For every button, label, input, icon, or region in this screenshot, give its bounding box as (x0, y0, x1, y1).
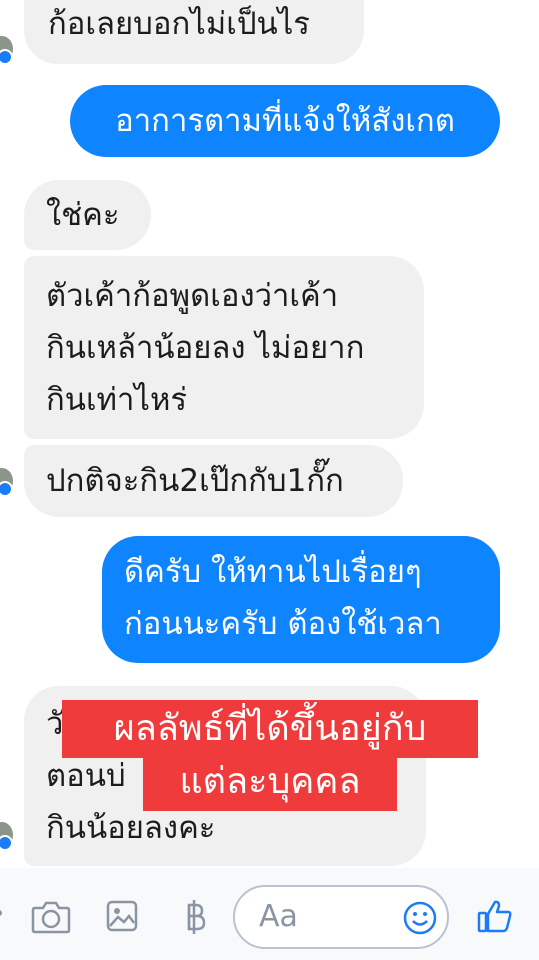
sender-avatar[interactable] (0, 468, 13, 497)
messenger-badge-icon (0, 49, 13, 65)
baht-icon[interactable] (182, 898, 206, 936)
overlay-caption-line1: ผลลัพธ์ที่ได้ขึ้นอยู่กับ (62, 700, 478, 758)
message-bubble-outgoing[interactable]: ดีครับ ให้ทานไปเรื่อยๆ ก่อนนะครับ ต้องใช… (102, 536, 500, 663)
smiley-icon[interactable] (403, 901, 437, 935)
messenger-badge-icon (0, 835, 13, 851)
camera-icon[interactable] (31, 900, 71, 934)
image-icon[interactable] (106, 900, 138, 932)
message-input[interactable]: Aa (233, 885, 449, 949)
message-input-placeholder: Aa (259, 899, 298, 934)
message-bubble-incoming[interactable]: ใช่คะ (24, 180, 151, 250)
sender-avatar[interactable] (0, 36, 13, 65)
more-dot-icon[interactable] (0, 906, 6, 920)
message-bubble-outgoing[interactable]: อาการตามที่แจ้งให้สังเกต (70, 85, 500, 157)
message-bubble-incoming[interactable]: ปกติจะกิน2เป๊กกับ1กั๊ก (24, 445, 403, 517)
messenger-badge-icon (0, 481, 13, 497)
overlay-caption-line2: แต่ละบุคคล (143, 755, 397, 811)
thumbs-up-icon[interactable] (477, 898, 513, 934)
composer-bar: Aa (0, 868, 539, 960)
message-bubble-incoming[interactable]: ตัวเค้าก้อพูดเองว่าเค้า กินเหล้าน้อยลง ไ… (24, 256, 424, 439)
message-bubble-incoming[interactable]: ก้อเลยบอกไม่เป็นไร (24, 0, 364, 64)
sender-avatar[interactable] (0, 822, 13, 851)
